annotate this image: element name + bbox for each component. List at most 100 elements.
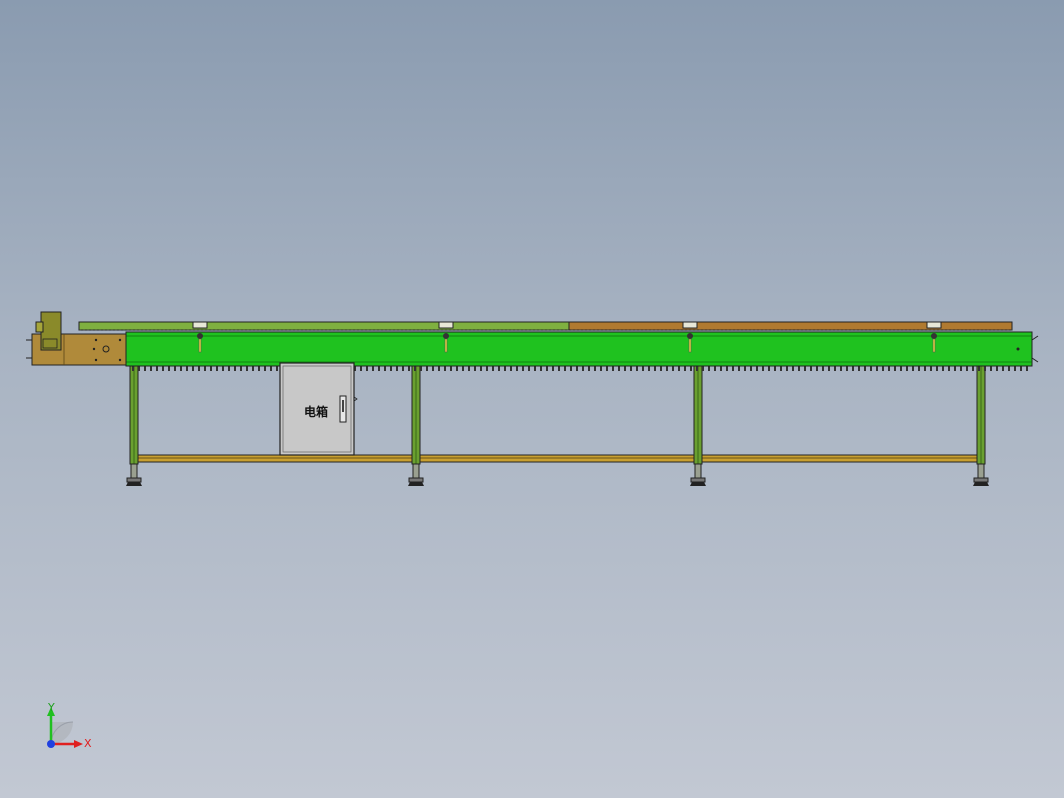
roller-tooth [900,366,902,371]
roller-tooth [978,366,980,371]
roller-teeth [132,366,1028,371]
roller-tooth [546,366,548,371]
roller-tooth [966,366,968,371]
bottom-stretcher-rail[interactable] [133,454,985,463]
roller-tooth [798,366,800,371]
roller-tooth [750,366,752,371]
roller-tooth [198,366,200,371]
roller-tooth [522,366,524,371]
roller-tooth [852,366,854,371]
roller-tooth [552,366,554,371]
roller-tooth [390,366,392,371]
roller-tooth [792,366,794,371]
roller-tooth [558,366,560,371]
roller-tooth [846,366,848,371]
roller-tooth [600,366,602,371]
roller-tooth [276,366,278,371]
roller-tooth [870,366,872,371]
roller-tooth [450,366,452,371]
roller-tooth [648,366,650,371]
roller-tooth [996,366,998,371]
roller-tooth [942,366,944,371]
roller-tooth [840,366,842,371]
roller-tooth [510,366,512,371]
cabinet-label: 电箱 [304,404,328,419]
roller-tooth [684,366,686,371]
roller-tooth [132,366,134,371]
roller-tooth [876,366,878,371]
roller-tooth [564,366,566,371]
top-belt[interactable] [78,321,1013,331]
roller-tooth [906,366,908,371]
roller-tooth [702,366,704,371]
x-axis-label: X [84,737,92,750]
coordinate-triad[interactable]: Y X [47,701,92,750]
roller-tooth [402,366,404,371]
roller-tooth [630,366,632,371]
roller-tooth [480,366,482,371]
roller-tooth [696,366,698,371]
roller-tooth [768,366,770,371]
roller-tooth [1002,366,1004,371]
roller-tooth [504,366,506,371]
roller-tooth [816,366,818,371]
roller-tooth [708,366,710,371]
roller-tooth [732,366,734,371]
conveyor-side-view: 电箱 Y X [26,311,1039,750]
roller-tooth [432,366,434,371]
roller-tooth [570,366,572,371]
roller-tooth [960,366,962,371]
roller-tooth [972,366,974,371]
support-leg[interactable] [973,356,989,486]
roller-tooth [162,366,164,371]
roller-tooth [444,366,446,371]
roller-tooth [984,366,986,371]
roller-tooth [252,366,254,371]
support-leg[interactable] [408,356,424,486]
roller-tooth [954,366,956,371]
roller-tooth [858,366,860,371]
roller-tooth [534,366,536,371]
cad-viewport[interactable]: 电箱 Y X [0,0,1064,798]
roller-tooth [240,366,242,371]
support-legs [126,356,989,486]
roller-tooth [612,366,614,371]
roller-tooth [246,366,248,371]
roller-tooth [408,366,410,371]
roller-tooth [174,366,176,371]
roller-tooth [912,366,914,371]
roller-tooth [780,366,782,371]
electrical-cabinet[interactable]: 电箱 [279,362,358,456]
roller-tooth [864,366,866,371]
roller-tooth [384,366,386,371]
support-leg[interactable] [126,356,142,486]
roller-tooth [594,366,596,371]
roller-tooth [426,366,428,371]
roller-tooth [462,366,464,371]
roller-tooth [990,366,992,371]
roller-tooth [918,366,920,371]
roller-tooth [720,366,722,371]
roller-tooth [786,366,788,371]
roller-tooth [834,366,836,371]
roller-tooth [516,366,518,371]
roller-tooth [936,366,938,371]
roller-tooth [726,366,728,371]
roller-tooth [228,366,230,371]
roller-tooth [930,366,932,371]
roller-tooth [660,366,662,371]
roller-tooth [186,366,188,371]
conveyor-body[interactable] [125,331,1039,367]
roller-tooth [180,366,182,371]
roller-tooth [666,366,668,371]
roller-tooth [216,366,218,371]
roller-tooth [714,366,716,371]
roller-tooth [204,366,206,371]
support-leg[interactable] [690,356,706,486]
roller-tooth [372,366,374,371]
roller-tooth [360,366,362,371]
roller-tooth [366,366,368,371]
roller-tooth [486,366,488,371]
roller-tooth [378,366,380,371]
roller-tooth [396,366,398,371]
